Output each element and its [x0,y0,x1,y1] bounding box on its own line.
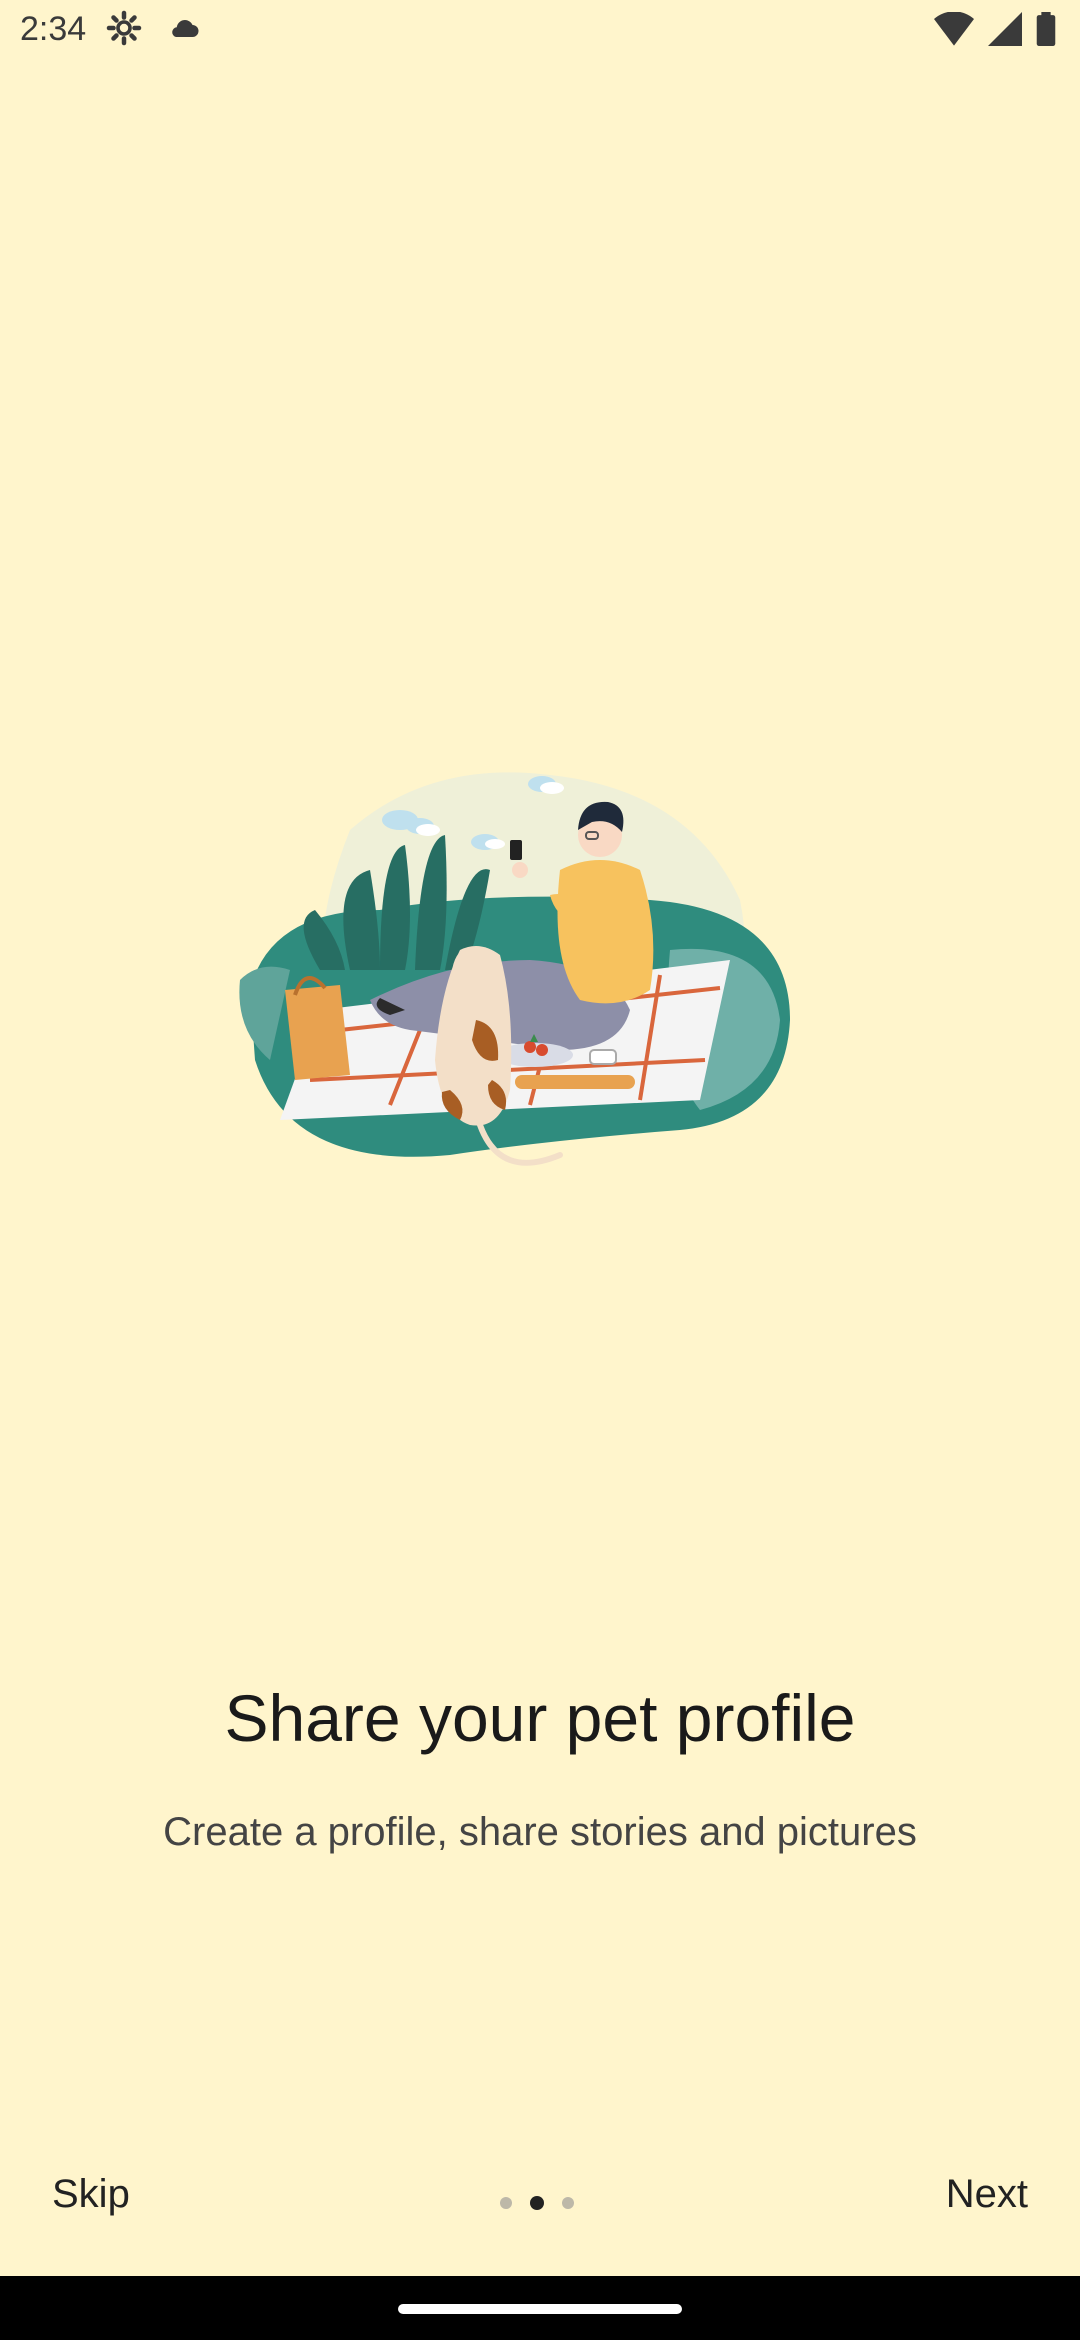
onboarding-controls: Skip Next [0,2160,1080,2230]
battery-icon [1036,12,1056,51]
page-dot-2-active[interactable] [530,2196,544,2210]
page-dot-3[interactable] [562,2197,574,2209]
person-with-dog-picnic-illustration [230,760,810,1190]
next-button[interactable]: Next [946,2172,1028,2217]
settings-icon [106,10,142,51]
status-time: 2:34 [20,10,87,48]
system-navigation-bar [0,2276,1080,2340]
status-bar: 2:34 [0,0,1080,64]
page-dot-1[interactable] [500,2197,512,2209]
home-indicator[interactable] [398,2304,682,2314]
cloud-icon [166,10,204,51]
page-indicator [500,2196,574,2210]
wifi-icon [934,11,974,51]
onboarding-subtitle: Create a profile, share stories and pict… [163,1810,917,1854]
skip-button[interactable]: Skip [52,2172,130,2217]
signal-icon [988,12,1022,51]
onboarding-title: Share your pet profile [224,1681,856,1755]
